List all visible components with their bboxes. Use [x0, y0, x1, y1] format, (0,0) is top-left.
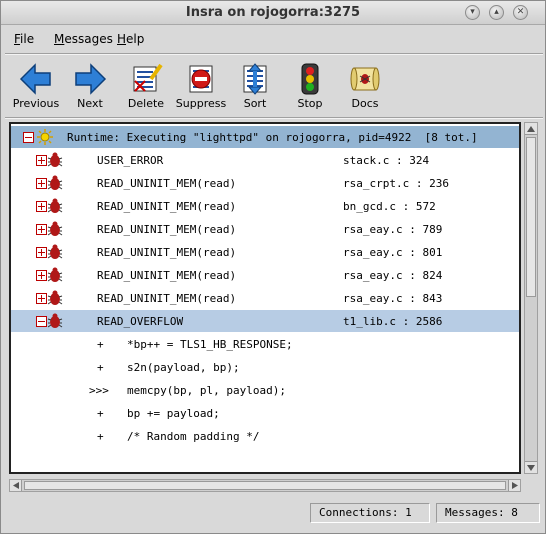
- menu-bar: File Messages Help: [2, 29, 544, 51]
- code-text: /* Random padding */: [127, 430, 260, 443]
- runtime-header-text: Runtime: Executing "lighttpd" on rojogor…: [67, 131, 478, 144]
- window-title: Insra on rojogorra:3275: [185, 5, 361, 20]
- bug-icon: [47, 175, 63, 190]
- menu-messages[interactable]: Messages: [54, 32, 113, 46]
- message-name: READ_UNINIT_MEM(read): [97, 200, 237, 213]
- vertical-scroll-thumb[interactable]: [526, 137, 536, 297]
- message-name: READ_UNINIT_MEM(read): [97, 223, 237, 236]
- bug-icon: [47, 152, 63, 167]
- message-name: READ_UNINIT_MEM(read): [97, 246, 237, 259]
- docs-button[interactable]: Docs: [337, 59, 393, 111]
- message-location: rsa_eay.c : 789: [343, 223, 443, 236]
- bug-icon: [47, 290, 63, 305]
- code-text: memcpy(bp, pl, payload);: [127, 384, 286, 397]
- code-marker: +: [97, 407, 104, 420]
- expand-icon[interactable]: [36, 201, 47, 212]
- docs-label: Docs: [351, 97, 379, 110]
- bug-icon: [47, 267, 63, 282]
- message-name: READ_OVERFLOW: [97, 315, 184, 328]
- horizontal-scrollbar[interactable]: [9, 479, 521, 492]
- message-row[interactable]: READ_UNINIT_MEM(read) rsa_eay.c : 843: [11, 287, 519, 309]
- message-location: rsa_eay.c : 824: [343, 269, 443, 282]
- code-text: bp += payload;: [127, 407, 220, 420]
- toolbar-separator: [5, 117, 543, 119]
- code-text: *bp++ = TLS1_HB_RESPONSE;: [127, 338, 293, 351]
- expand-icon[interactable]: [36, 293, 47, 304]
- code-text: s2n(payload, bp);: [127, 361, 240, 374]
- maximize-icon[interactable]: ▴: [489, 5, 504, 20]
- expand-icon[interactable]: [36, 224, 47, 235]
- code-line[interactable]: + /* Random padding */: [11, 425, 519, 447]
- menu-help[interactable]: Help: [117, 32, 144, 46]
- vertical-scrollbar[interactable]: [524, 122, 538, 474]
- scroll-up-icon[interactable]: [525, 123, 537, 135]
- expand-icon[interactable]: [36, 270, 47, 281]
- message-name: READ_UNINIT_MEM(read): [97, 177, 237, 190]
- sun-icon: [37, 129, 53, 145]
- scroll-left-icon[interactable]: [10, 480, 22, 491]
- traffic-light-icon: [301, 63, 319, 95]
- message-location: t1_lib.c : 2586: [343, 315, 443, 328]
- menu-file[interactable]: File: [14, 32, 34, 46]
- message-row[interactable]: READ_UNINIT_MEM(read) rsa_eay.c : 801: [11, 241, 519, 263]
- collapse-icon[interactable]: [36, 316, 47, 327]
- expand-icon[interactable]: [36, 178, 47, 189]
- suppress-icon: [189, 65, 213, 93]
- message-name: READ_UNINIT_MEM(read): [97, 269, 237, 282]
- minimize-icon[interactable]: ▾: [465, 5, 480, 20]
- scroll-right-icon[interactable]: [508, 480, 520, 491]
- bug-icon: [47, 244, 63, 259]
- code-line[interactable]: + bp += payload;: [11, 402, 519, 424]
- code-marker: +: [97, 338, 104, 351]
- app-window: Insra on rojogorra:3275 ▾ ▴ ✕ File Messa…: [0, 0, 546, 534]
- message-row[interactable]: READ_UNINIT_MEM(read) bn_gcd.c : 572: [11, 195, 519, 217]
- scroll-down-icon[interactable]: [525, 461, 537, 473]
- code-line[interactable]: >>> memcpy(bp, pl, payload);: [11, 379, 519, 401]
- message-name: READ_UNINIT_MEM(read): [97, 292, 237, 305]
- code-marker: >>>: [89, 384, 109, 397]
- collapse-icon[interactable]: [23, 132, 34, 143]
- message-row[interactable]: USER_ERROR stack.c : 324: [11, 149, 519, 171]
- connections-status: Connections: 1: [310, 503, 430, 523]
- bug-icon: [47, 198, 63, 213]
- title-bar[interactable]: Insra on rojogorra:3275 ▾ ▴ ✕: [1, 1, 545, 25]
- message-row-selected[interactable]: READ_OVERFLOW t1_lib.c : 2586: [11, 310, 519, 332]
- arrow-right-icon: [75, 63, 107, 95]
- code-line[interactable]: + s2n(payload, bp);: [11, 356, 519, 378]
- code-line[interactable]: + *bp++ = TLS1_HB_RESPONSE;: [11, 333, 519, 355]
- message-location: rsa_eay.c : 801: [343, 246, 443, 259]
- message-name: USER_ERROR: [97, 154, 164, 167]
- toolbar: Previous Next Delete Suppress Sort Stop …: [5, 59, 543, 115]
- message-row[interactable]: READ_UNINIT_MEM(read) rsa_crpt.c : 236: [11, 172, 519, 194]
- message-location: rsa_crpt.c : 236: [343, 177, 449, 190]
- bug-icon: [47, 221, 63, 236]
- docs-scroll-icon: [350, 67, 380, 91]
- message-row[interactable]: READ_UNINIT_MEM(read) rsa_eay.c : 824: [11, 264, 519, 286]
- message-row[interactable]: READ_UNINIT_MEM(read) rsa_eay.c : 789: [11, 218, 519, 240]
- message-location: rsa_eay.c : 843: [343, 292, 443, 305]
- messages-status: Messages: 8: [436, 503, 540, 523]
- arrow-left-icon: [19, 63, 51, 95]
- runtime-header-row[interactable]: Runtime: Executing "lighttpd" on rojogor…: [11, 126, 519, 148]
- message-tree[interactable]: Runtime: Executing "lighttpd" on rojogor…: [9, 122, 521, 474]
- bug-icon: [47, 313, 63, 328]
- horizontal-scroll-thumb[interactable]: [24, 481, 506, 490]
- code-marker: +: [97, 430, 104, 443]
- code-marker: +: [97, 361, 104, 374]
- close-icon[interactable]: ✕: [513, 5, 528, 20]
- delete-list-icon: [133, 63, 163, 92]
- menu-separator: [5, 53, 543, 55]
- message-location: stack.c : 324: [343, 154, 430, 167]
- expand-icon[interactable]: [36, 247, 47, 258]
- sort-icon: [243, 63, 267, 95]
- message-location: bn_gcd.c : 572: [343, 200, 436, 213]
- expand-icon[interactable]: [36, 155, 47, 166]
